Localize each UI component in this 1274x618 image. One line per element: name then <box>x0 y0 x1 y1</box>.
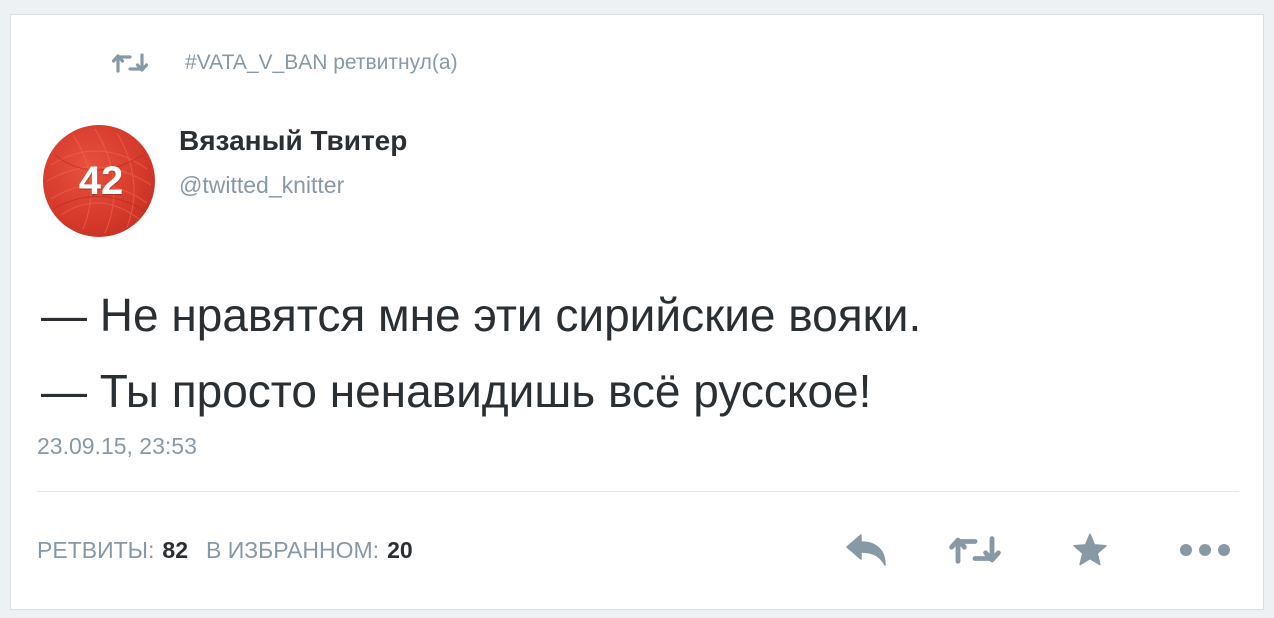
tweet-line-2: — Ты просто ненавидишь всё русское! <box>41 365 872 417</box>
more-button[interactable] <box>1177 529 1233 571</box>
more-icon <box>1180 544 1230 556</box>
tweet-timestamp[interactable]: 23.09.15, 23:53 <box>37 433 197 460</box>
author-handle[interactable]: @twitted_knitter <box>179 172 344 199</box>
avatar-number: 42 <box>78 158 124 203</box>
reply-button[interactable] <box>841 529 891 571</box>
retweet-icon <box>111 53 149 73</box>
reply-icon <box>846 534 886 566</box>
avatar[interactable]: 42 <box>43 125 155 237</box>
retweet-context-text[interactable]: #VATA_V_BAN ретвитнул(а) <box>185 51 458 75</box>
author-name[interactable]: Вязаный Твитер <box>179 125 407 157</box>
retweet-icon <box>949 536 1001 564</box>
divider <box>37 491 1239 492</box>
retweet-context: #VATA_V_BAN ретвитнул(а) <box>111 51 458 75</box>
favorite-button[interactable] <box>1069 529 1111 571</box>
star-icon <box>1073 533 1107 566</box>
retweet-button[interactable] <box>947 529 1003 571</box>
tweet-line-1: — Не нравятся мне эти сирийские вояки. <box>41 289 922 341</box>
tweet-card: #VATA_V_BAN ретвитнул(а) 42 Вязаный Твит… <box>10 14 1264 610</box>
tweet-actions <box>11 529 1263 571</box>
tweet-text: — Не нравятся мне эти сирийские вояки. — … <box>41 277 921 429</box>
